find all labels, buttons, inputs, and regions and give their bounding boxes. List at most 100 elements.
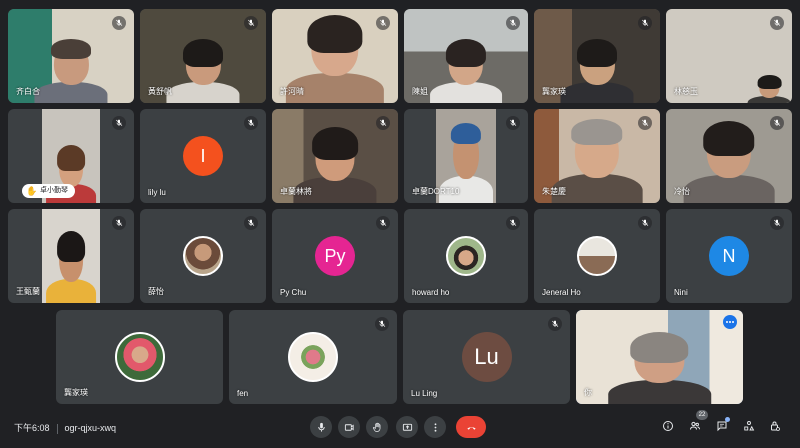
raise-hand-button[interactable] (366, 416, 388, 438)
participant-tile[interactable]: 冷怡 (666, 109, 792, 203)
muted-mic-icon (112, 116, 126, 130)
participant-tile[interactable]: 王甄蘭 (8, 209, 134, 303)
avatar: Py (315, 236, 355, 276)
participant-tile[interactable]: 龔家瑛 (534, 9, 660, 103)
meeting-info: 下午6:08 ogr-qjxu-xwq (14, 421, 116, 434)
camera-icon (344, 423, 354, 431)
participant-name: 林慈玉 (674, 87, 698, 96)
bottom-toolbar: 下午6:08 ogr-qjxu-xwq 22 (0, 408, 800, 448)
participant-tile[interactable]: 卓蘭DORT10 (404, 109, 528, 203)
present-screen-icon (402, 423, 412, 431)
end-call-button[interactable] (456, 416, 486, 438)
avatar (183, 236, 223, 276)
activities-button[interactable] (740, 417, 758, 435)
participant-name: 齐白合 (16, 87, 40, 96)
participant-tile[interactable]: howard ho (404, 209, 528, 303)
participant-tile[interactable]: N Nini (666, 209, 792, 303)
people-count-badge: 22 (696, 410, 708, 420)
participant-name: 龔家瑛 (542, 87, 566, 96)
end-call-icon (466, 426, 476, 430)
host-controls-button[interactable] (766, 417, 784, 435)
muted-mic-icon (112, 16, 126, 30)
muted-mic-icon (638, 116, 652, 130)
muted-mic-icon (506, 116, 520, 130)
participant-name: howard ho (412, 288, 450, 297)
muted-mic-icon (376, 216, 390, 230)
participant-tile[interactable]: 齐白合 (8, 9, 134, 103)
participant-tile[interactable]: 卓蘭林將 (272, 109, 398, 203)
participant-tile[interactable]: Py Py Chu (272, 209, 398, 303)
participant-name: 王甄蘭 (16, 287, 40, 296)
participant-name: 朱楚慶 (542, 187, 566, 196)
meeting-code: ogr-qjxu-xwq (64, 423, 117, 433)
participant-name: 龔家瑛 (64, 388, 88, 397)
muted-mic-icon (375, 317, 389, 331)
participant-tile[interactable]: 許河晴 (272, 9, 398, 103)
more-options-button[interactable] (424, 416, 446, 438)
avatar (577, 236, 617, 276)
participant-name: 薛怡 (148, 287, 164, 296)
people-icon (690, 421, 700, 430)
participant-name: 你 (584, 388, 592, 397)
raise-hand-icon: ✋ (26, 186, 38, 196)
participant-tile[interactable]: ✋ 卓小勤琴 (8, 109, 134, 203)
muted-mic-icon (376, 16, 390, 30)
participant-tile[interactable]: 陳姐 (404, 9, 528, 103)
meeting-details-button[interactable] (659, 417, 677, 435)
muted-mic-icon (244, 216, 258, 230)
participant-tile[interactable]: 薛怡 (140, 209, 266, 303)
avatar (114, 332, 165, 382)
raised-hand-name: 卓小勤琴 (40, 187, 68, 194)
muted-mic-icon (244, 16, 258, 30)
muted-mic-icon (506, 216, 520, 230)
muted-mic-icon (638, 216, 652, 230)
chat-button[interactable] (713, 417, 731, 435)
divider (56, 423, 58, 434)
muted-mic-icon (548, 317, 562, 331)
self-view-tile[interactable]: 你 (576, 310, 743, 404)
participant-name: fen (237, 389, 249, 398)
muted-mic-icon (112, 216, 126, 230)
avatar: N (709, 236, 749, 276)
participant-name: 許河晴 (280, 87, 304, 96)
participant-name: 卓蘭林將 (280, 187, 312, 196)
chat-notification-dot (725, 417, 730, 422)
more-options-icon (434, 422, 436, 432)
muted-mic-icon (244, 116, 258, 130)
host-controls-icon (771, 421, 780, 431)
participant-tile[interactable]: fen (229, 310, 397, 404)
camera-button[interactable] (338, 416, 360, 438)
avatar (446, 236, 486, 276)
mic-button[interactable] (310, 416, 332, 438)
participant-name: Jeneral Ho (542, 288, 581, 297)
mic-icon (317, 422, 325, 432)
participant-name: Py Chu (280, 288, 307, 297)
avatar: Lu (461, 332, 512, 382)
participant-tile[interactable]: Jeneral Ho (534, 209, 660, 303)
participant-tile[interactable]: 林慈玉 (666, 9, 792, 103)
participant-name: Nini (674, 288, 688, 297)
participant-name: lily lu (148, 188, 166, 197)
clock-time: 下午6:08 (14, 423, 50, 433)
participant-tile[interactable]: 朱楚慶 (534, 109, 660, 203)
present-screen-button[interactable] (396, 416, 418, 438)
muted-mic-icon (770, 16, 784, 30)
participant-name: 陳姐 (412, 87, 428, 96)
activities-icon (744, 421, 755, 431)
participant-name: 黃舒帆 (148, 87, 172, 96)
participant-name: 冷怡 (674, 187, 690, 196)
muted-mic-icon (638, 16, 652, 30)
participant-tile[interactable]: Lu Lu Ling (403, 310, 570, 404)
participant-tile[interactable]: I lily lu (140, 109, 266, 203)
raise-hand-icon (372, 422, 380, 432)
muted-mic-icon (770, 216, 784, 230)
self-view-more-button[interactable] (723, 315, 737, 329)
people-button[interactable]: 22 (686, 410, 708, 435)
muted-mic-icon (376, 116, 390, 130)
muted-mic-icon (770, 116, 784, 130)
participant-tile[interactable]: 黃舒帆 (140, 9, 266, 103)
info-icon (663, 421, 673, 431)
participant-name: 卓蘭DORT10 (412, 187, 460, 196)
muted-mic-icon (506, 16, 520, 30)
participant-tile[interactable]: 龔家瑛 (56, 310, 223, 404)
